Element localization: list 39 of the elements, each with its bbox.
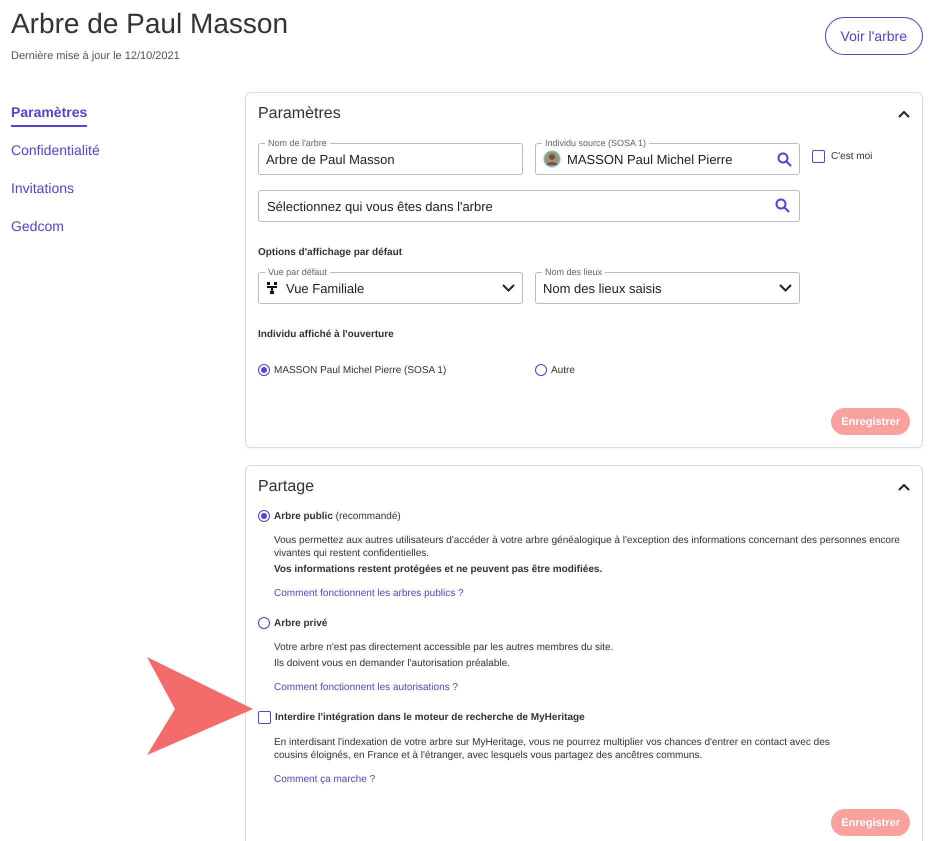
place-names-select[interactable]: Nom des lieux Nom des lieux saisis (535, 266, 800, 304)
chevron-down-icon (779, 284, 792, 292)
sidebar-item[interactable]: Paramètres (11, 104, 88, 127)
section-label: Individu affiché à l'ouverture (258, 329, 395, 340)
arrow-icon (147, 657, 253, 755)
description-text: Vos informations restent protégées et ne peuvent pas être modifiées. (274, 563, 604, 576)
panel-title: Paramètres (258, 105, 341, 123)
view-tree-button[interactable]: Voir l'arbre (824, 17, 923, 55)
chevron-up-icon[interactable] (898, 110, 910, 118)
description-text: En interdisant l'indexation de votre arbre sur MyHeritage, vous ne pourrez multiplier vos chances d'entrer en contact avec des cousins éloignés, en France et à l'étranger, avec lesquels vous partagez des ancêtres communs. (274, 736, 831, 762)
sidebar-item[interactable]: Gedcom (11, 218, 64, 241)
chevron-up-icon[interactable] (898, 483, 910, 491)
avatar (543, 150, 561, 168)
radio-option[interactable]: Arbre privé (258, 617, 328, 629)
last-update-text: Dernière mise à jour le 12/10/2021 (11, 50, 181, 62)
tree-name-field[interactable]: Nom de l'arbre Arbre de Paul Masson (258, 137, 523, 175)
description-text: Votre arbre n'est pas directement accessible par les autres membres du site. (274, 641, 614, 654)
help-link[interactable]: Comment ça marche ? (274, 774, 376, 785)
help-link[interactable]: Comment fonctionnent les arbres publics ? (274, 588, 464, 599)
chevron-down-icon (502, 284, 515, 292)
radio-option[interactable]: Autre (535, 364, 575, 376)
default-view-select[interactable]: Vue par défaut Vue Familiale (258, 266, 523, 304)
description-text: Vous permettez aux autres utilisateurs d'accéder à votre arbre généalogique à l'exception des informations concernant des personnes encore vivantes qui restent confidentielles. (274, 534, 901, 560)
sidebar-item[interactable]: Invitations (11, 180, 74, 203)
page-title: Arbre de Paul Masson (11, 8, 288, 40)
person-search-field[interactable]: Sélectionnez qui vous êtes dans l'arbre (258, 190, 800, 222)
checkbox-option[interactable]: Interdire l'intégration dans le moteur de recherche de MyHeritage (258, 711, 585, 724)
help-link[interactable]: Comment fonctionnent les autorisations ? (274, 682, 458, 693)
search-icon[interactable] (777, 152, 792, 166)
section-label: Options d'affichage par défaut (258, 247, 404, 258)
source-person-field[interactable]: Individu source (SOSA 1) MASSON Paul Michel Pierre (535, 137, 800, 175)
radio-option[interactable]: MASSON Paul Michel Pierre (SOSA 1) (258, 364, 535, 376)
radio-option[interactable]: Arbre public (recommandé) (258, 510, 401, 522)
description-text: Ils doivent vous en demander l'autorisation préalable. (274, 657, 511, 670)
panel-title: Partage (258, 478, 314, 496)
sidebar-item[interactable]: Confidentialité (11, 142, 100, 165)
search-icon[interactable] (775, 198, 790, 213)
family-tree-icon (266, 281, 280, 295)
its-me-checkbox[interactable]: C'est moi (812, 150, 872, 162)
